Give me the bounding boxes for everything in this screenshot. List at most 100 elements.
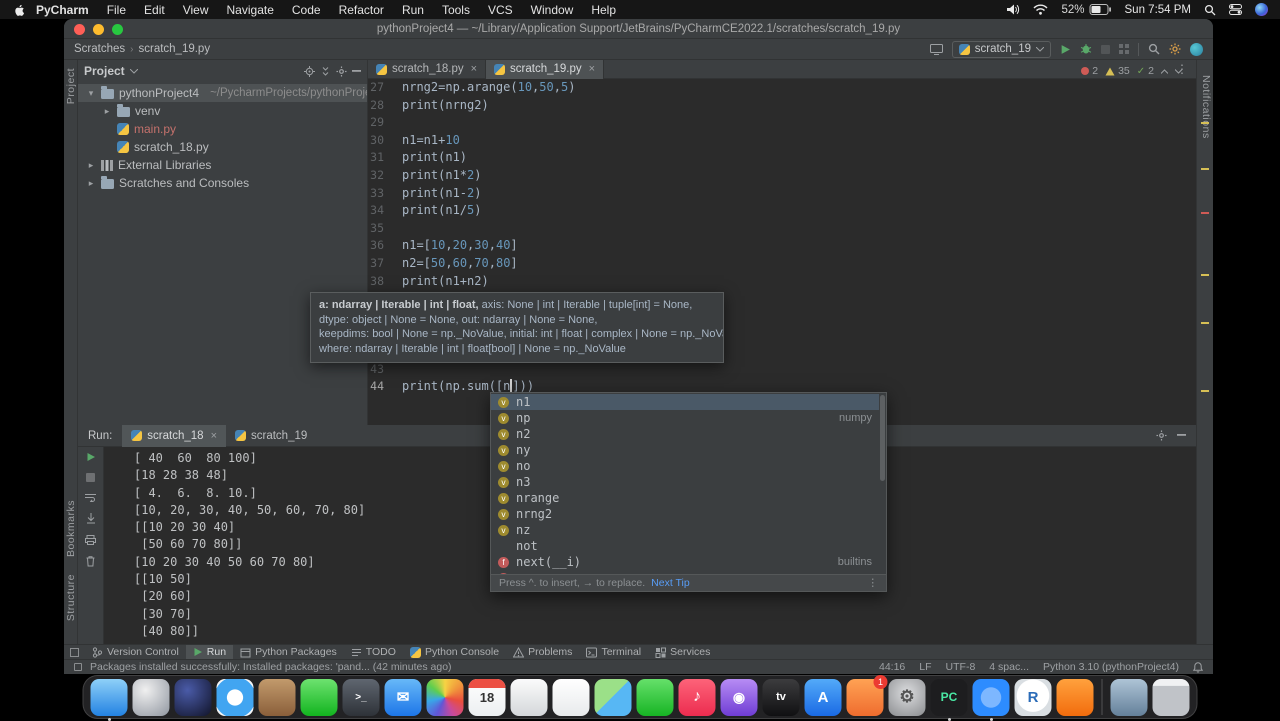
chevron-down-icon[interactable] xyxy=(130,69,138,74)
dock-notebook-icon[interactable] xyxy=(259,679,296,716)
code-line[interactable]: 36n1=[10,20,30,40] xyxy=(368,237,1186,255)
dock-facetime-icon[interactable] xyxy=(637,679,674,716)
control-center-icon[interactable] xyxy=(1229,4,1242,15)
inspections-widget[interactable]: 2 35 ✓2 xyxy=(1081,65,1182,77)
completion-item-n2[interactable]: vn2 xyxy=(491,426,879,442)
menu-navigate[interactable]: Navigate xyxy=(218,3,283,17)
completion-item-np[interactable]: vnpnumpy xyxy=(491,410,879,426)
close-tab-icon[interactable]: × xyxy=(211,430,217,442)
menu-tools[interactable]: Tools xyxy=(433,3,479,17)
completion-item-nrange[interactable]: vnrange xyxy=(491,490,879,506)
warning-stripe-mark[interactable] xyxy=(1201,122,1209,124)
tree-item-scratches-and-consoles[interactable]: ▸Scratches and Consoles xyxy=(78,174,367,192)
menu-vcs[interactable]: VCS xyxy=(479,3,522,17)
tool-stripe-project[interactable]: Project xyxy=(65,68,77,104)
event-log-icon[interactable] xyxy=(74,663,82,671)
toolwindow-version-control[interactable]: Version Control xyxy=(85,645,186,660)
menu-code[interactable]: Code xyxy=(283,3,330,17)
completion-item-nrng2[interactable]: vnrng2 xyxy=(491,506,879,522)
prev-problem-icon[interactable] xyxy=(1161,69,1168,74)
next-problem-icon[interactable] xyxy=(1175,69,1182,74)
code-line[interactable]: 34print(n1/5) xyxy=(368,202,1186,220)
print-icon[interactable] xyxy=(85,535,96,545)
code-line[interactable]: 30n1=n1+10 xyxy=(368,132,1186,150)
completion-item-n3[interactable]: vn3 xyxy=(491,474,879,490)
code-line[interactable]: 38print(n1+n2) xyxy=(368,273,1186,291)
toolwindow-terminal[interactable]: Terminal xyxy=(579,645,648,660)
tool-stripe-bookmarks[interactable]: Bookmarks xyxy=(65,500,77,557)
volume-icon[interactable] xyxy=(1007,4,1020,15)
completion-item-next-i[interactable]: fnext(__i)builtins xyxy=(491,554,879,570)
error-stripe-mark[interactable] xyxy=(1201,212,1209,214)
menu-file[interactable]: File xyxy=(98,3,135,17)
menu-pycharm[interactable]: PyCharm xyxy=(32,3,98,17)
code-line[interactable]: 32print(n1*2) xyxy=(368,167,1186,185)
dock-safari-icon[interactable] xyxy=(217,679,254,716)
siri-icon[interactable] xyxy=(1255,3,1268,16)
more-options-icon[interactable]: ⋮ xyxy=(868,577,879,589)
menubar-clock[interactable]: Sun 7:54 PM xyxy=(1125,4,1191,16)
cursor-position[interactable]: 44:16 xyxy=(879,661,905,673)
toolwindow-run[interactable]: Run xyxy=(186,645,233,660)
tree-item-external-libraries[interactable]: ▸External Libraries xyxy=(78,156,367,174)
apple-menu-icon[interactable] xyxy=(12,2,32,17)
dock-tv-icon[interactable]: tv xyxy=(763,679,800,716)
window-title-bar[interactable]: pythonProject4 — ~/Library/Application S… xyxy=(64,19,1213,39)
locate-file-icon[interactable] xyxy=(304,66,315,77)
run-panel-settings-gear-icon[interactable] xyxy=(1156,430,1167,441)
breadcrumb-item-scratch-19-py[interactable]: scratch_19.py xyxy=(138,43,210,55)
hide-run-panel-icon[interactable] xyxy=(1177,434,1186,437)
status-message[interactable]: Packages installed successfully: Install… xyxy=(90,661,452,673)
scroll-to-end-icon[interactable] xyxy=(86,513,96,524)
completion-item-not[interactable]: not xyxy=(491,538,879,554)
dock-contacts-icon[interactable] xyxy=(511,679,548,716)
tool-stripe-structure[interactable]: Structure xyxy=(65,574,77,621)
dock-mail-icon[interactable]: ✉ xyxy=(385,679,422,716)
warning-stripe-mark[interactable] xyxy=(1201,274,1209,276)
warning-stripe-mark[interactable] xyxy=(1201,168,1209,170)
collapse-all-icon[interactable] xyxy=(320,66,331,77)
clear-all-icon[interactable] xyxy=(86,556,95,567)
completion-item-ny[interactable]: vny xyxy=(491,442,879,458)
run-tab-scratch-18[interactable]: scratch_18× xyxy=(122,425,226,447)
wifi-icon[interactable] xyxy=(1033,4,1048,15)
code-line[interactable]: 27nrng2=np.arange(10,50,5) xyxy=(368,79,1186,97)
tree-expand-icon[interactable]: ▸ xyxy=(86,160,96,171)
tool-windows-icon[interactable] xyxy=(930,44,943,55)
indent-style[interactable]: 4 spac... xyxy=(989,661,1029,673)
python-interpreter[interactable]: Python 3.10 (pythonProject4) xyxy=(1043,661,1179,673)
warning-stripe-mark[interactable] xyxy=(1201,390,1209,392)
file-encoding[interactable]: UTF-8 xyxy=(946,661,976,673)
dock-downloads-icon[interactable] xyxy=(1111,679,1148,716)
tree-expand-icon[interactable]: ▾ xyxy=(86,88,96,99)
menu-run[interactable]: Run xyxy=(393,3,433,17)
dock-messages-icon[interactable] xyxy=(301,679,338,716)
dock-books-icon[interactable]: 1 xyxy=(847,679,884,716)
dock-maps-icon[interactable] xyxy=(595,679,632,716)
completion-scrollbar[interactable] xyxy=(880,395,885,481)
completion-item-nz[interactable]: vnz xyxy=(491,522,879,538)
toolwindow-services[interactable]: Services xyxy=(648,645,717,660)
next-tip-link[interactable]: Next Tip xyxy=(651,577,690,589)
editor-tab-scratch-18-py[interactable]: scratch_18.py× xyxy=(368,60,486,79)
search-everywhere-icon[interactable] xyxy=(1148,43,1160,55)
breadcrumb-item-scratches[interactable]: Scratches xyxy=(74,43,125,55)
completion-item-n1[interactable]: vn1 xyxy=(491,394,879,410)
tree-item-pythonproject4[interactable]: ▾pythonProject4~/PycharmProjects/pythonP… xyxy=(78,84,367,102)
user-avatar[interactable] xyxy=(1190,43,1203,56)
close-window-button[interactable] xyxy=(74,24,85,35)
warning-stripe-mark[interactable] xyxy=(1201,322,1209,324)
close-tab-icon[interactable]: × xyxy=(589,63,595,75)
menu-view[interactable]: View xyxy=(174,3,218,17)
completion-item-no[interactable]: vno xyxy=(491,458,879,474)
menu-help[interactable]: Help xyxy=(582,3,625,17)
minimize-window-button[interactable] xyxy=(93,24,104,35)
code-editor[interactable]: 27nrng2=np.arange(10,50,5)28print(nrng2)… xyxy=(368,79,1186,425)
stop-button[interactable] xyxy=(86,473,95,482)
dock-trash-icon[interactable] xyxy=(1153,679,1190,716)
editor-tab-scratch-19-py[interactable]: scratch_19.py× xyxy=(486,60,604,79)
code-line[interactable]: 29 xyxy=(368,114,1186,132)
menu-window[interactable]: Window xyxy=(522,3,583,17)
run-button[interactable] xyxy=(1060,44,1071,55)
tree-expand-icon[interactable]: ▸ xyxy=(86,178,96,189)
